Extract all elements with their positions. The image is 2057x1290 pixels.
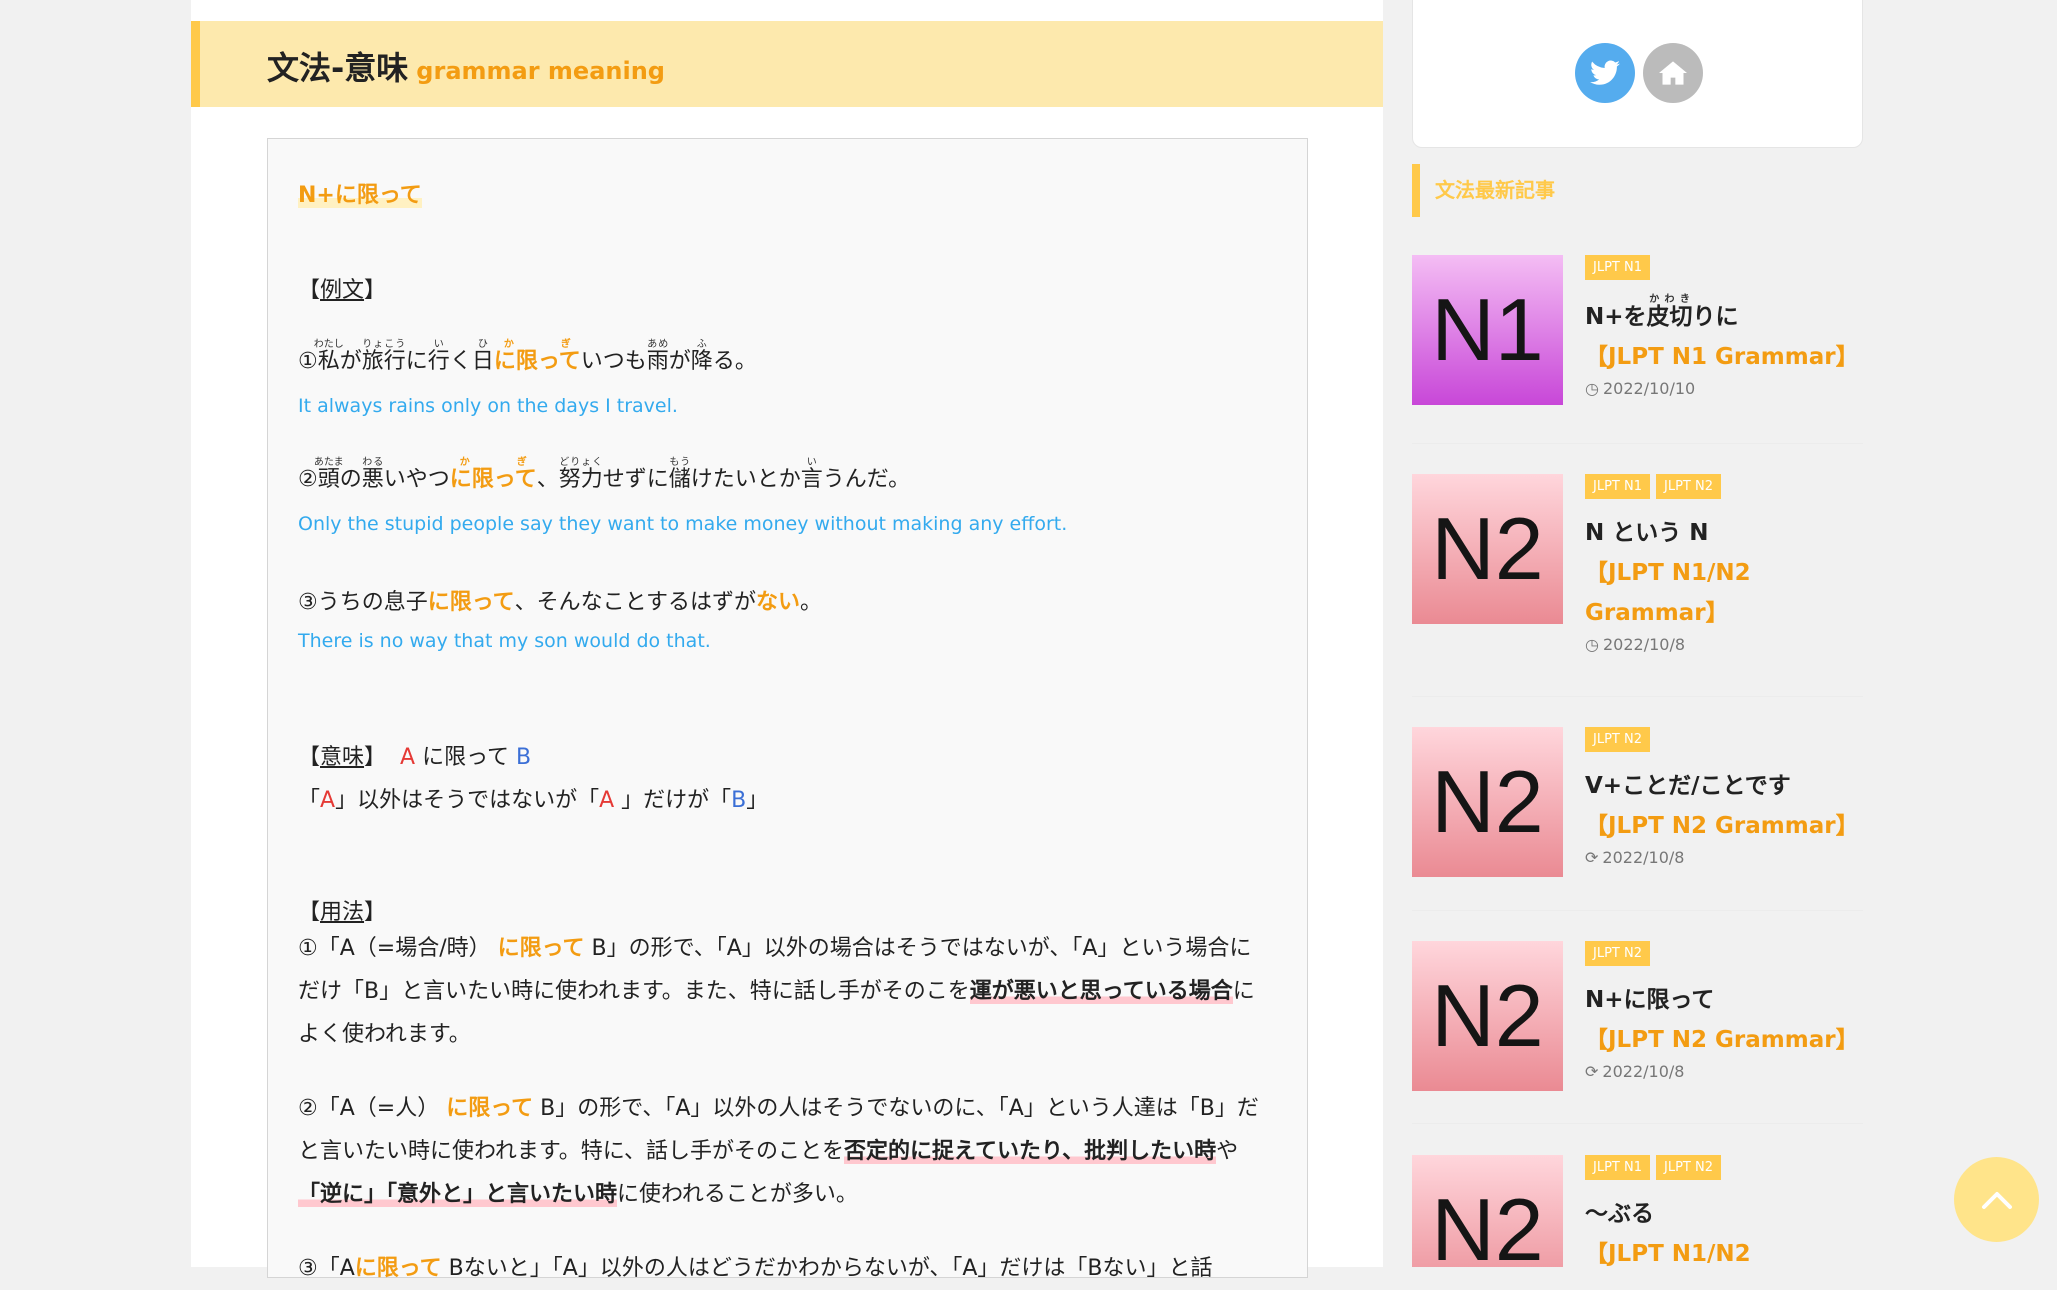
divider [1412, 910, 1863, 911]
clock-icon: ◷ [1585, 379, 1599, 398]
article-title[interactable]: N+に限って 【JLPT N2 Grammar】 [1585, 980, 1865, 1060]
example-heading: 【例文】 [298, 278, 387, 303]
category-tag[interactable]: JLPT N1 [1585, 1155, 1650, 1180]
article-meta: JLPT N1 N+を皮切かわきりに 【JLPT N1 Grammar】 ◷ 202… [1585, 255, 1865, 398]
article-date: ◷ 2022/10/8 [1585, 635, 1686, 654]
twitter-icon [1590, 60, 1620, 85]
example-2-en: Only the stupid people say they want to … [298, 513, 1068, 535]
sidebar-article[interactable]: N2 JLPT N2 N+に限って 【JLPT N2 Grammar】 ⟳ 2022… [1412, 941, 1863, 1101]
sidebar-article[interactable]: N2 JLPT N1 JLPT N2 〜ぶる 【JLPT N1/N2 [1412, 1155, 1863, 1267]
example-1-en: It always rains only on the days I trave… [298, 395, 678, 417]
home-button[interactable] [1643, 43, 1703, 103]
article-meta: JLPT N1 JLPT N2 N という N 【JLPT N1/N2 Gramma… [1585, 474, 1865, 654]
home-icon [1659, 61, 1687, 85]
share-card [1412, 0, 1863, 148]
article-thumbnail[interactable]: N2 [1412, 474, 1563, 624]
back-to-top-button[interactable] [1954, 1157, 2039, 1242]
category-tag[interactable]: JLPT N1 [1585, 255, 1650, 280]
section-header: 文法-意味 grammar meaning [191, 21, 1383, 107]
usage-paragraph-2: ②「A（=人） に限って B」の形で、「A」以外の人はそうでないのに、「A」とい… [298, 1096, 1259, 1207]
article-thumbnail[interactable]: N2 [1412, 1155, 1563, 1267]
article-thumbnail[interactable]: N2 [1412, 727, 1563, 877]
sidebar-article[interactable]: N2 JLPT N1 JLPT N2 N という N 【JLPT N1/N2 Gra… [1412, 474, 1863, 694]
usage-heading: 【用法】 [298, 900, 387, 925]
sidebar-article[interactable]: N1 JLPT N1 N+を皮切かわきりに 【JLPT N1 Grammar】 ◷… [1412, 255, 1863, 415]
category-tag[interactable]: JLPT N2 [1585, 727, 1650, 752]
category-tag[interactable]: JLPT N2 [1585, 941, 1650, 966]
article-meta: JLPT N2 N+に限って 【JLPT N2 Grammar】 ⟳ 2022/10… [1585, 941, 1865, 1081]
meaning-heading: 【意味】 A に限って B [298, 745, 532, 770]
example-3-jp: ③うちの息子に限って、そんなことするはずがない。 [298, 590, 823, 615]
category-tag[interactable]: JLPT N2 [1656, 1155, 1721, 1180]
pattern-title: N+に限って [298, 183, 422, 208]
divider [1412, 696, 1863, 697]
section-title: 文法-意味 grammar meaning [267, 49, 665, 87]
twitter-button[interactable] [1575, 43, 1635, 103]
divider [1412, 1123, 1863, 1124]
example-1-jp: ①私わたしが旅行りょこうに行いく日ひに限ってかぎいつも雨あめが降ふる。 [298, 339, 757, 374]
article-title[interactable]: V+ことだ/ことです 【JLPT N2 Grammar】 [1585, 766, 1865, 846]
category-tag[interactable]: JLPT N2 [1656, 474, 1721, 499]
example-2-jp: ②頭あたまの悪わるいやつに限ってかぎ、努力どりょくせずに儲もうけたいとか言いうん… [298, 457, 911, 492]
article-thumbnail[interactable]: N1 [1412, 255, 1563, 405]
usage-paragraph-1: ①「A（=場合/時） に限って B」の形で、「A」以外の場合はそうではないが、「… [298, 936, 1255, 1047]
article-meta: JLPT N1 JLPT N2 〜ぶる 【JLPT N1/N2 [1585, 1155, 1863, 1267]
article-title[interactable]: N という N 【JLPT N1/N2 Grammar】 [1585, 513, 1865, 633]
clock-icon: ◷ [1585, 635, 1599, 654]
chevron-up-icon [1981, 1191, 2012, 1209]
article-meta: JLPT N2 V+ことだ/ことです 【JLPT N2 Grammar】 ⟳ 202… [1585, 727, 1865, 867]
article-date: ◷ 2022/10/10 [1585, 379, 1696, 398]
example-3-en: There is no way that my son would do tha… [298, 630, 711, 652]
divider [1412, 443, 1863, 444]
article-thumbnail[interactable]: N2 [1412, 941, 1563, 1091]
section-title-en: grammar meaning [416, 57, 665, 85]
article-title[interactable]: N+を皮切かわきりに 【JLPT N1 Grammar】 [1585, 294, 1865, 377]
meaning-explanation: 「A」以外はそうではないが「A 」だけが「B」 [298, 788, 769, 813]
sidebar-article[interactable]: N2 JLPT N2 V+ことだ/ことです 【JLPT N2 Grammar】 ⟳… [1412, 727, 1863, 887]
article-date: ⟳ 2022/10/8 [1585, 848, 1685, 867]
category-tag[interactable]: JLPT N1 [1585, 474, 1650, 499]
article-title[interactable]: 〜ぶる 【JLPT N1/N2 [1585, 1194, 1863, 1267]
sidebar-heading: 文法最新記事 [1412, 164, 1555, 217]
grammar-content-box: N+に限って 【例文】 ①私わたしが旅行りょこうに行いく日ひに限ってかぎいつも雨… [267, 138, 1308, 1281]
usage-paragraph-3: ③「Aに限って Bないと」「A」以外の人はどうだかわからないが、「A」だけは「B… [298, 1256, 1213, 1281]
refresh-icon: ⟳ [1585, 848, 1599, 867]
refresh-icon: ⟳ [1585, 1062, 1599, 1081]
article-date: ⟳ 2022/10/8 [1585, 1062, 1685, 1081]
